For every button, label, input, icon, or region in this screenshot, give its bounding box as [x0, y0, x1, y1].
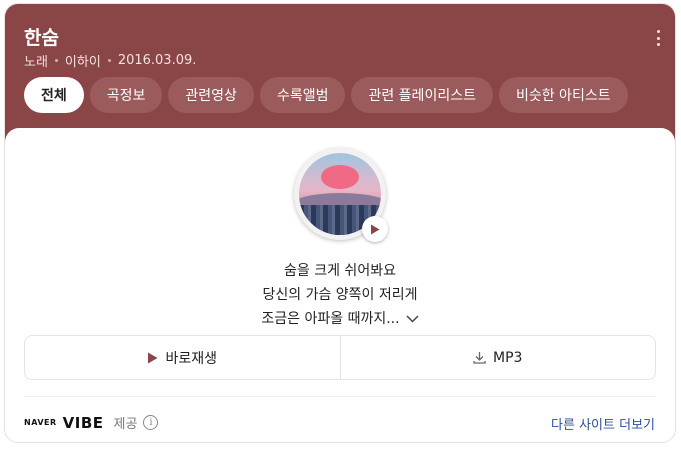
tab-similar-artists[interactable]: 비슷한 아티스트: [498, 77, 628, 113]
tab-bar: 전체 곡정보 관련영상 수록앨범 관련 플레이리스트 비슷한 아티스트: [24, 77, 628, 113]
download-icon: [473, 352, 486, 364]
song-meta: 노래 이하이 2016.03.09.: [24, 51, 196, 70]
card-body: 숨을 크게 쉬어봐요 당신의 가슴 양쪽이 저리게 조금은 아파올 때까지...…: [5, 128, 675, 442]
meta-type: 노래: [24, 55, 48, 70]
tab-album[interactable]: 수록앨범: [259, 77, 346, 113]
separator-dot: [107, 59, 111, 62]
tab-related-videos[interactable]: 관련영상: [168, 77, 254, 113]
music-card: 한숨 노래 이하이 2016.03.09. 전체 곡정보 관련영상 수록앨범 관…: [4, 3, 676, 443]
naver-logo: NAVER: [24, 418, 57, 427]
lyrics-preview[interactable]: 숨을 크게 쉬어봐요 당신의 가슴 양쪽이 저리게 조금은 아파올 때까지...: [5, 259, 675, 331]
play-now-button[interactable]: 바로재생: [25, 336, 340, 379]
play-icon: [148, 352, 158, 363]
vertical-ellipsis-icon[interactable]: [655, 30, 661, 46]
vibe-logo[interactable]: VIBE: [63, 414, 104, 432]
tab-all[interactable]: 전체: [24, 77, 84, 113]
lyrics-line: 숨을 크게 쉬어봐요: [284, 263, 396, 279]
separator-dot: [54, 59, 58, 62]
meta-date: 2016.03.09.: [117, 53, 197, 68]
mp3-button[interactable]: MP3: [339, 336, 656, 379]
more-sites-link[interactable]: 다른 사이트 더보기: [551, 414, 655, 433]
play-now-label: 바로재생: [165, 350, 218, 367]
tab-related-playlists[interactable]: 관련 플레이리스트: [351, 77, 493, 113]
play-icon[interactable]: [362, 216, 388, 242]
action-bar: 바로재생 MP3: [24, 335, 656, 380]
mp3-label: MP3: [493, 349, 523, 366]
divider: [24, 396, 656, 397]
meta-artist[interactable]: 이하이: [65, 51, 101, 70]
song-title[interactable]: 한숨: [24, 23, 59, 50]
provider-info: NAVER VIBE 제공 i: [24, 413, 159, 432]
info-icon[interactable]: i: [143, 415, 159, 430]
chevron-down-icon[interactable]: [406, 315, 419, 323]
provided-label: 제공: [113, 417, 138, 432]
lyrics-line: 당신의 가슴 양쪽이 저리게: [262, 287, 418, 303]
lyrics-line: 조금은 아파올 때까지...: [261, 311, 400, 327]
tab-song-info[interactable]: 곡정보: [89, 77, 163, 113]
